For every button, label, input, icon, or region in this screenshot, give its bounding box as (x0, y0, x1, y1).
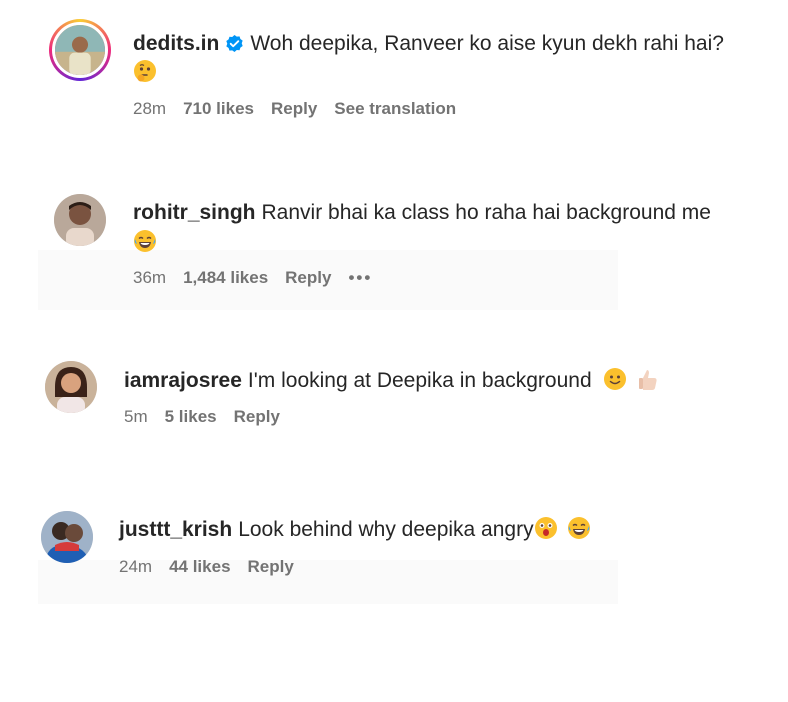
comment-text: Look behind why deepika angry (238, 518, 534, 541)
smile-emoji-icon (603, 367, 627, 399)
likes-count[interactable]: 1,484 likes (183, 268, 268, 287)
reply-button[interactable]: Reply (248, 557, 294, 576)
astonished-face-emoji-icon (534, 516, 558, 548)
thumbs-up-emoji-icon (637, 367, 659, 399)
avatar[interactable] (41, 511, 93, 563)
comment-time: 5m (124, 407, 148, 426)
avatar[interactable] (54, 194, 106, 246)
comment-time: 36m (133, 268, 167, 287)
avatar-image (45, 361, 97, 413)
comment-username[interactable]: justtt_krish (119, 518, 232, 541)
comment-time: 24m (119, 557, 153, 576)
see-translation-link[interactable]: See translation (334, 99, 456, 118)
avatar[interactable] (49, 19, 111, 81)
comment-text: Woh deepika, Ranveer ko aise kyun dekh r… (250, 32, 724, 55)
avatar[interactable] (45, 361, 97, 413)
comment-username[interactable]: dedits.in (133, 32, 219, 55)
likes-count[interactable]: 5 likes (165, 407, 217, 426)
avatar-image (55, 25, 105, 75)
reply-button[interactable]: Reply (234, 407, 280, 426)
avatar-image (41, 511, 93, 563)
comment-username[interactable]: iamrajosree (124, 369, 242, 392)
verified-badge-icon (225, 32, 244, 61)
comment-text: I'm looking at Deepika in background (247, 369, 592, 392)
laughing-tears-emoji-icon (567, 516, 591, 548)
reply-button[interactable]: Reply (271, 99, 317, 118)
avatar-image (54, 194, 106, 246)
likes-count[interactable]: 710 likes (183, 99, 254, 118)
more-options-icon[interactable]: ••• (348, 268, 372, 287)
reply-button[interactable]: Reply (285, 268, 331, 287)
laughing-tears-emoji-icon (133, 229, 157, 261)
comment-text: Ranvir bhai ka class ho raha hai backgro… (261, 201, 711, 224)
comment-username[interactable]: rohitr_singh (133, 201, 256, 224)
thinking-face-emoji-icon (133, 59, 157, 91)
comment-time: 28m (133, 99, 167, 118)
likes-count[interactable]: 44 likes (169, 557, 230, 576)
